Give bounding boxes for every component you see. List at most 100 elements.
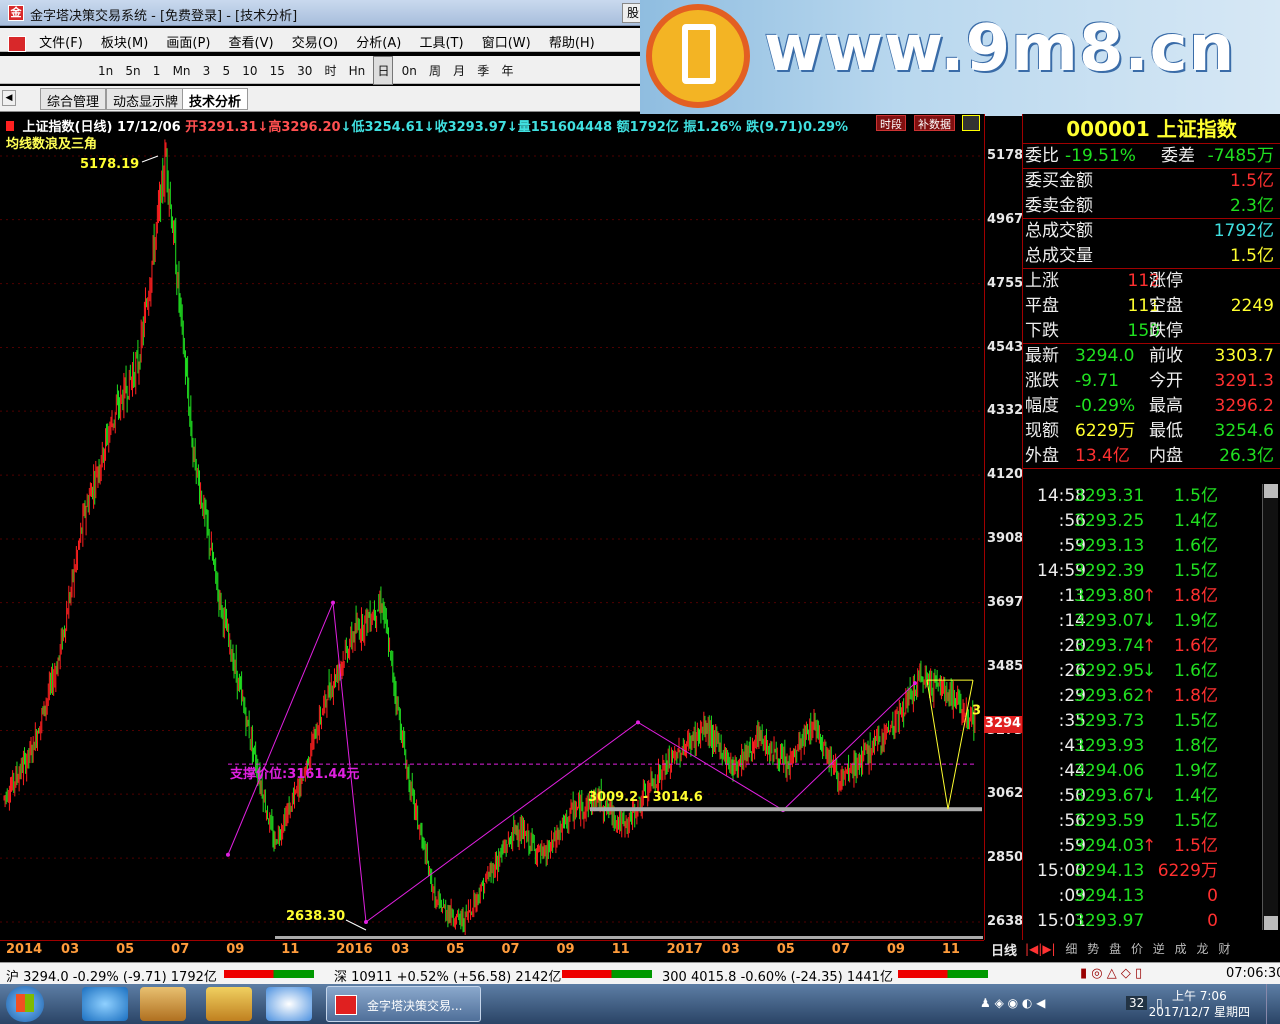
tab-technical-analysis[interactable]: 技术分析 (182, 88, 249, 110)
tick-row[interactable]: :41 3293.93 1.8亿 (1022, 734, 1272, 759)
ptab-book[interactable]: 盘 (1106, 940, 1124, 957)
tick-row[interactable]: 14:59 3292.39 1.5亿 (1022, 559, 1272, 584)
tick-row[interactable]: :44 3294.06 1.9亿 (1022, 759, 1272, 784)
tick-row[interactable]: :50 3293.67 ↓ 1.4亿 (1022, 784, 1272, 809)
quote-value: -9.71 (1075, 371, 1119, 391)
system-tray: ♟ ◈ ◉ ◐ ◀ 32 ▯ 上午 7:06 2017/12/7 星期四 (960, 984, 1280, 1024)
tick-row[interactable]: :26 3292.95 ↓ 1.6亿 (1022, 659, 1272, 684)
ptab-detail[interactable]: 细 (1062, 940, 1080, 957)
hs300-status[interactable]: 300 4015.8 -0.60% (-24.35) 1441亿 (662, 966, 893, 985)
tick-row[interactable]: :20 3293.74 ↑ 1.6亿 (1022, 634, 1272, 659)
tick-row[interactable]: :35 3293.73 1.5亿 (1022, 709, 1272, 734)
clock-date: 2017/12/7 星期四 (1148, 1005, 1250, 1019)
tab-scroll-left-icon[interactable]: ◀ (2, 90, 16, 106)
panel-row-label: 委卖金额 (1025, 196, 1093, 216)
x-tick-label: 11 (281, 942, 300, 957)
period-5[interactable]: 5 (218, 58, 234, 84)
tick-row[interactable]: :29 3293.62 ↑ 1.8亿 (1022, 684, 1272, 709)
supplement-data-button[interactable]: 补数据 (914, 115, 955, 131)
period-day[interactable]: 日 (373, 56, 394, 85)
tab-dynamic-board[interactable]: 动态显示牌 (106, 88, 186, 110)
ptab-reverse[interactable]: 逆 (1150, 940, 1168, 957)
menu-trade[interactable]: 交易(O) (285, 28, 345, 55)
tick-row[interactable]: :11 3293.80 ↑ 1.8亿 (1022, 584, 1272, 609)
kline-chart[interactable]: 5178.19 2638.30 支撑价位:3161.44元 3009.2 - 3014… (0, 114, 984, 940)
period-week[interactable]: 周 (425, 56, 445, 85)
period-30[interactable]: 30 (293, 58, 316, 84)
tick-scrollbar[interactable] (1262, 484, 1278, 930)
ptab-component[interactable]: 成 (1172, 940, 1190, 957)
ptab-dragon[interactable]: 龙 (1193, 940, 1211, 957)
period-1[interactable]: 1 (149, 58, 165, 84)
menu-help[interactable]: 帮助(H) (542, 28, 602, 55)
sz-index-status[interactable]: 深 10911 +0.52% (+56.58) 2142亿 (334, 966, 561, 985)
ptab-trend[interactable]: 势 (1084, 940, 1102, 957)
status-icons[interactable]: ▮ ◎ △ ◇ ▯ (1080, 966, 1142, 981)
quote-value2: 3291.3 (1214, 371, 1274, 391)
ad-banner[interactable]: www.9m8.cn (640, 0, 1280, 116)
period-1n[interactable]: 1n (94, 58, 117, 84)
menu-analysis[interactable]: 分析(A) (349, 28, 408, 55)
app-bird-icon[interactable] (266, 987, 312, 1021)
period-mn[interactable]: Mn (169, 58, 195, 84)
tick-volume: 1.6亿 (1173, 636, 1218, 656)
tick-volume: 1.8亿 (1173, 686, 1218, 706)
period-15[interactable]: 15 (266, 58, 289, 84)
y-tick-label: 3485 (987, 658, 1024, 674)
menu-bar: 文件(F) 板块(M) 画面(P) 查看(V) 交易(O) 分析(A) 工具(T… (0, 28, 640, 52)
show-desktop-button[interactable] (1266, 984, 1280, 1024)
tick-row[interactable]: :56 3293.59 1.5亿 (1022, 809, 1272, 834)
tick-row[interactable]: :59 3294.03 ↑ 1.5亿 (1022, 834, 1272, 859)
panel-row-value: 1792亿 (1213, 221, 1274, 241)
menu-screen[interactable]: 画面(P) (159, 28, 217, 55)
tick-price: 3294.13 (1074, 861, 1145, 881)
menu-sector[interactable]: 板块(M) (94, 28, 155, 55)
period-year[interactable]: 年 (497, 56, 517, 85)
sh-index-status[interactable]: 沪 3294.0 -0.29% (-9.71) 1792亿 (6, 966, 217, 985)
menu-tools[interactable]: 工具(T) (412, 28, 470, 55)
period-3[interactable]: 3 (199, 58, 215, 84)
menu-file[interactable]: 文件(F) (32, 28, 90, 55)
menu-view[interactable]: 查看(V) (222, 28, 281, 55)
tick-row[interactable]: 15:00 3294.13 6229万 (1022, 859, 1272, 884)
menu-window[interactable]: 窗口(W) (475, 28, 538, 55)
ptab-finance[interactable]: 财 (1215, 940, 1233, 957)
tick-row[interactable]: :59 3293.13 1.6亿 (1022, 534, 1272, 559)
scroll-up-icon[interactable] (1264, 484, 1278, 498)
tray-badge[interactable]: 32 (1126, 996, 1148, 1010)
taskbar-app-button[interactable]: 金字塔决策交易... (326, 986, 481, 1022)
tick-row[interactable]: :14 3293.07 ↓ 1.9亿 (1022, 609, 1272, 634)
tick-row[interactable]: 14:58 3293.31 1.5亿 (1022, 484, 1272, 509)
period-10[interactable]: 10 (238, 58, 261, 84)
explorer-icon[interactable] (140, 987, 186, 1021)
quote-label: 幅度 (1025, 396, 1059, 416)
period-month[interactable]: 月 (449, 56, 469, 85)
paint-icon[interactable] (206, 987, 252, 1021)
ptab-price[interactable]: 价 (1128, 940, 1146, 957)
start-button[interactable] (6, 986, 44, 1022)
period-5n[interactable]: 5n (121, 58, 144, 84)
period-0n[interactable]: 0n (398, 58, 421, 84)
clock[interactable]: 上午 7:06 2017/12/7 星期四 (1149, 988, 1250, 1020)
chart-tool-icon[interactable] (962, 115, 980, 131)
tray-icons[interactable]: ♟ ◈ ◉ ◐ ◀ (980, 996, 1045, 1010)
peak-label: 5178.19 (80, 157, 139, 172)
period-hour[interactable]: 时 (321, 56, 341, 85)
period-quarter[interactable]: 季 (473, 56, 493, 85)
tick-row[interactable]: 15:01 3293.97 0 (1022, 909, 1272, 934)
scroll-down-icon[interactable] (1264, 916, 1278, 930)
quote-label: 外盘 (1025, 446, 1059, 466)
app-icon[interactable]: 金 (8, 5, 24, 21)
period-hn[interactable]: Hn (345, 58, 370, 84)
tick-list[interactable]: 14:58 3293.31 1.5亿:56 3293.25 1.4亿:59 3293.13… (1022, 484, 1262, 931)
tick-row[interactable]: :09 3294.13 0 (1022, 884, 1272, 909)
period-segment-button[interactable]: 时段 (876, 115, 906, 131)
quote-info-line: 上证指数(日线) 17/12/06 开3291.31↓高3296.20↓低325… (6, 116, 848, 135)
tab-overview[interactable]: 综合管理 (40, 88, 107, 110)
ie-icon[interactable] (82, 987, 128, 1021)
system-menu-icon[interactable] (8, 35, 26, 52)
tick-row[interactable]: :56 3293.25 1.4亿 (1022, 509, 1272, 534)
kline-svg[interactable]: 5178.19 2638.30 支撑价位:3161.44元 3009.2 - 3014… (0, 114, 984, 940)
period-label: 日线 (990, 944, 1017, 959)
tick-volume: 1.5亿 (1173, 486, 1218, 506)
